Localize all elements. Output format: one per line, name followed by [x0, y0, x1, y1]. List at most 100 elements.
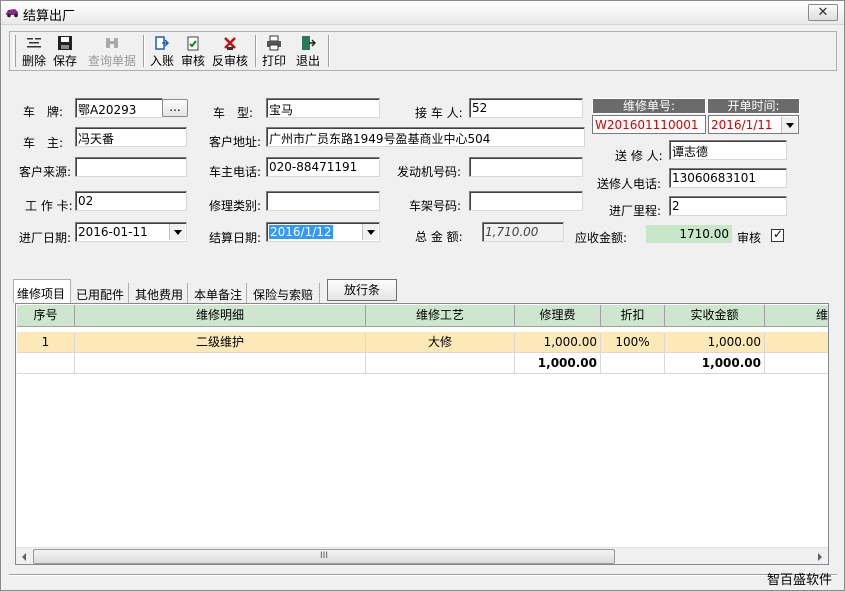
plate-lookup-button[interactable]: ... [162, 99, 188, 117]
owner-label: 车 主: [23, 136, 64, 150]
plate-input[interactable]: 鄂A20293 [75, 98, 163, 118]
repair-no-header: 维修单号: [592, 98, 706, 114]
settle-date-label: 结算日期: [209, 231, 262, 245]
grid-header[interactable]: 修理费 [515, 305, 601, 327]
total-received-amount: 1,000.00 [665, 353, 765, 374]
release-slip-button[interactable]: 放行条 [327, 279, 397, 301]
tab-notes[interactable]: 本单备注 [191, 283, 247, 303]
table-cell: 1,000.00 [665, 332, 765, 353]
mileage-input[interactable]: 2 [669, 196, 787, 216]
exit-button[interactable]: 退出 [294, 34, 322, 68]
total-amount-label: 总 金 额: [415, 230, 463, 244]
binoculars-icon [106, 38, 118, 48]
horizontal-scrollbar[interactable]: III [16, 547, 828, 564]
table-cell [17, 353, 75, 374]
frame-no-input[interactable] [469, 191, 583, 211]
tab-repair-items[interactable]: 维修项目 [13, 279, 71, 303]
settlement-window: 结算出厂 ✕ 删除 保存 查询单据 入账 审核 反审核 打印 退出 车 牌: 鄂… [0, 0, 845, 591]
table-cell [75, 353, 366, 374]
grid-header[interactable]: 维修明细 [75, 305, 366, 327]
toolbar-grip [13, 35, 16, 67]
check-icon: ✓ [773, 227, 784, 241]
table-cell: 1 [17, 332, 75, 353]
audit-label: 审核 [737, 231, 762, 245]
source-label: 客户来源: [19, 165, 72, 179]
entry-date-label: 进厂日期: [19, 231, 72, 245]
print-icon [267, 35, 281, 51]
source-input[interactable] [75, 157, 187, 177]
toolbar-separator [143, 35, 145, 67]
table-cell: 100% [601, 332, 665, 353]
table-cell [765, 353, 828, 374]
car-icon [6, 9, 18, 18]
entry-date-picker[interactable]: 2016-01-11 [75, 222, 187, 242]
mileage-label: 进厂里程: [609, 204, 662, 218]
tab-used-parts[interactable]: 已用配件 [73, 283, 129, 303]
audit-checkbox[interactable]: ✓ [771, 227, 784, 242]
engine-no-input[interactable] [469, 157, 583, 177]
owner-input[interactable]: 冯天番 [75, 127, 187, 147]
receiver-input[interactable]: 52 [469, 98, 583, 118]
grid-header[interactable]: 维 [765, 305, 828, 327]
sender-phone-input[interactable]: 13060683101 [669, 168, 787, 188]
owner-phone-input[interactable]: 020-88471191 [266, 157, 380, 177]
sender-input[interactable]: 谭志德 [669, 140, 787, 160]
settle-date-value: 2016/1/12 [269, 225, 333, 239]
table-cell: 1,000.00 [515, 332, 601, 353]
table-cell: 二级维护 [75, 332, 366, 353]
chevron-down-icon[interactable] [781, 117, 797, 133]
scroll-left-icon[interactable] [16, 548, 33, 565]
title-bar: 结算出厂 ✕ [1, 1, 844, 25]
tab-insurance-claims[interactable]: 保险与索赔 [250, 283, 320, 303]
audit-button[interactable]: 审核 [179, 34, 207, 68]
engine-no-label: 发动机号码: [397, 165, 462, 179]
grid-header[interactable]: 维修工艺 [366, 305, 515, 327]
tab-other-fees[interactable]: 其他费用 [132, 283, 188, 303]
post-account-icon [155, 36, 170, 50]
repair-type-input[interactable] [266, 191, 380, 211]
total-amount-value: 1,710.00 [482, 222, 564, 242]
post-account-button[interactable]: 入账 [148, 34, 176, 68]
open-time-value: 2016/1/11 [711, 118, 773, 132]
grid-header[interactable]: 折扣 [601, 305, 665, 327]
repair-no-value: W201601110001 [592, 115, 706, 134]
table-cell [765, 332, 828, 353]
settle-date-picker[interactable]: 2016/1/12 [266, 222, 380, 242]
open-time-picker[interactable]: 2016/1/11 [708, 115, 799, 134]
sender-label: 送 修 人: [615, 149, 663, 163]
table-cell [601, 353, 665, 374]
work-card-label: 工 作 卡: [25, 199, 73, 213]
delete-button[interactable]: 删除 [20, 34, 48, 68]
open-time-header: 开单时间: [707, 98, 800, 114]
table-cell [366, 353, 515, 374]
work-card-input[interactable]: 02 [75, 191, 187, 211]
address-input[interactable]: 广州市广员东路1949号盈基商业中心504 [266, 127, 585, 147]
audit-icon [187, 36, 199, 51]
total-repair-fee: 1,000.00 [515, 353, 601, 374]
table-cell: 大修 [366, 332, 515, 353]
sender-phone-label: 送修人电话: [597, 177, 662, 191]
chevron-down-icon[interactable] [169, 224, 185, 240]
toolbar-separator [328, 35, 330, 67]
print-button[interactable]: 打印 [260, 34, 288, 68]
window-title: 结算出厂 [23, 9, 76, 24]
query-document-button[interactable]: 查询单据 [86, 34, 138, 68]
close-icon: ✕ [817, 5, 829, 20]
receivable-value: 1710.00 [646, 225, 732, 243]
chevron-down-icon[interactable] [362, 224, 378, 240]
delete-icon [27, 38, 41, 48]
address-label: 客户地址: [209, 135, 262, 149]
save-button[interactable]: 保存 [51, 34, 79, 68]
repair-type-label: 修理类别: [209, 199, 262, 213]
scroll-right-icon[interactable] [811, 548, 828, 565]
toolbar: 删除 保存 查询单据 入账 审核 反审核 打印 退出 [9, 31, 837, 71]
status-divider [9, 574, 837, 576]
scrollbar-thumb[interactable]: III [33, 549, 615, 564]
grid-header[interactable]: 序号 [17, 305, 75, 327]
close-button[interactable]: ✕ [808, 4, 838, 21]
repair-items-grid: 序号 维修明细 维修工艺 修理费 折扣 实收金额 维 1 二级维护 大修 1,0… [15, 303, 829, 565]
grid-header[interactable]: 实收金额 [665, 305, 765, 327]
model-input[interactable]: 宝马 [266, 98, 380, 118]
owner-phone-label: 车主电话: [209, 165, 262, 179]
unaudit-button[interactable]: 反审核 [209, 34, 251, 68]
